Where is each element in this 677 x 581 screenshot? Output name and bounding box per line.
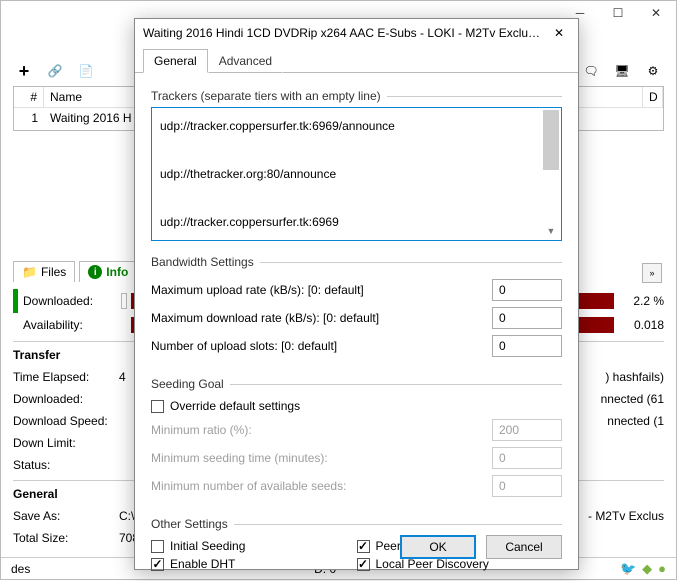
settings-button[interactable]: ⚙ bbox=[639, 59, 667, 83]
peer-exchange-checkbox[interactable] bbox=[357, 540, 370, 553]
bandwidth-legend: Bandwidth Settings bbox=[151, 255, 260, 269]
dot-icon[interactable]: ● bbox=[658, 561, 666, 576]
override-checkbox[interactable] bbox=[151, 400, 164, 413]
tab-info[interactable]: iInfo bbox=[79, 261, 137, 282]
downloaded-label: Downloaded: bbox=[13, 294, 121, 308]
initial-seeding-label: Initial Seeding bbox=[170, 539, 245, 553]
tab-general[interactable]: General bbox=[143, 49, 208, 73]
trackers-legend: Trackers (separate tiers with an empty l… bbox=[151, 89, 387, 103]
max-download-label: Maximum download rate (kB/s): [0: defaul… bbox=[151, 311, 492, 325]
availability-val: 0.018 bbox=[614, 318, 664, 332]
android-icon[interactable]: ◆ bbox=[642, 561, 652, 577]
other-legend: Other Settings bbox=[151, 517, 234, 531]
initial-seeding-checkbox[interactable] bbox=[151, 540, 164, 553]
col-num[interactable]: # bbox=[14, 87, 44, 107]
dialog-title: Waiting 2016 Hindi 1CD DVDRip x264 AAC E… bbox=[143, 26, 544, 40]
rss-button[interactable]: 🗨 bbox=[577, 59, 605, 83]
downloaded-pct: 2.2 % bbox=[614, 294, 664, 308]
trackers-scrollbar[interactable]: ▼ bbox=[543, 110, 559, 238]
trackers-textarea[interactable]: udp://tracker.coppersurfer.tk:6969/annou… bbox=[151, 107, 562, 241]
max-download-field[interactable] bbox=[492, 307, 562, 329]
cancel-button[interactable]: Cancel bbox=[486, 535, 562, 559]
upload-slots-label: Number of upload slots: [0: default] bbox=[151, 339, 492, 353]
min-seeds-field bbox=[492, 475, 562, 497]
ok-button[interactable]: OK bbox=[400, 535, 476, 559]
properties-dialog: Waiting 2016 Hindi 1CD DVDRip x264 AAC E… bbox=[134, 18, 579, 570]
tab-advanced[interactable]: Advanced bbox=[208, 49, 283, 73]
availability-label: Availability: bbox=[13, 318, 121, 332]
enable-dht-checkbox[interactable] bbox=[151, 558, 164, 571]
status-left: des bbox=[11, 562, 30, 576]
min-time-label: Minimum seeding time (minutes): bbox=[151, 451, 492, 465]
add-button[interactable]: + bbox=[10, 59, 38, 83]
new-torrent-button[interactable]: 📄 bbox=[72, 59, 100, 83]
lpd-label: Local Peer Discovery bbox=[376, 557, 489, 571]
max-upload-label: Maximum upload rate (kB/s): [0: default] bbox=[151, 283, 492, 297]
green-strip bbox=[13, 289, 18, 313]
max-upload-field[interactable] bbox=[492, 279, 562, 301]
min-ratio-label: Minimum ratio (%): bbox=[151, 423, 492, 437]
upload-slots-field[interactable] bbox=[492, 335, 562, 357]
override-label: Override default settings bbox=[170, 399, 300, 413]
bg-maximize[interactable]: ☐ bbox=[599, 2, 637, 24]
remote-button[interactable]: 🖥 bbox=[608, 59, 636, 83]
enable-dht-label: Enable DHT bbox=[170, 557, 235, 571]
bg-close[interactable]: ✕ bbox=[637, 2, 675, 24]
seeding-legend: Seeding Goal bbox=[151, 377, 230, 391]
min-time-field bbox=[492, 447, 562, 469]
min-ratio-field bbox=[492, 419, 562, 441]
expand-button[interactable]: » bbox=[642, 263, 662, 283]
trackers-content: udp://tracker.coppersurfer.tk:6969/annou… bbox=[160, 114, 553, 241]
add-link-button[interactable]: 🔗 bbox=[41, 59, 69, 83]
tab-files[interactable]: 📁Files bbox=[13, 261, 75, 282]
close-icon[interactable]: ✕ bbox=[544, 23, 574, 43]
min-seeds-label: Minimum number of available seeds: bbox=[151, 479, 492, 493]
lpd-checkbox[interactable] bbox=[357, 558, 370, 571]
twitter-icon[interactable]: 🐦 bbox=[620, 561, 636, 577]
col-d[interactable]: D bbox=[643, 87, 663, 107]
